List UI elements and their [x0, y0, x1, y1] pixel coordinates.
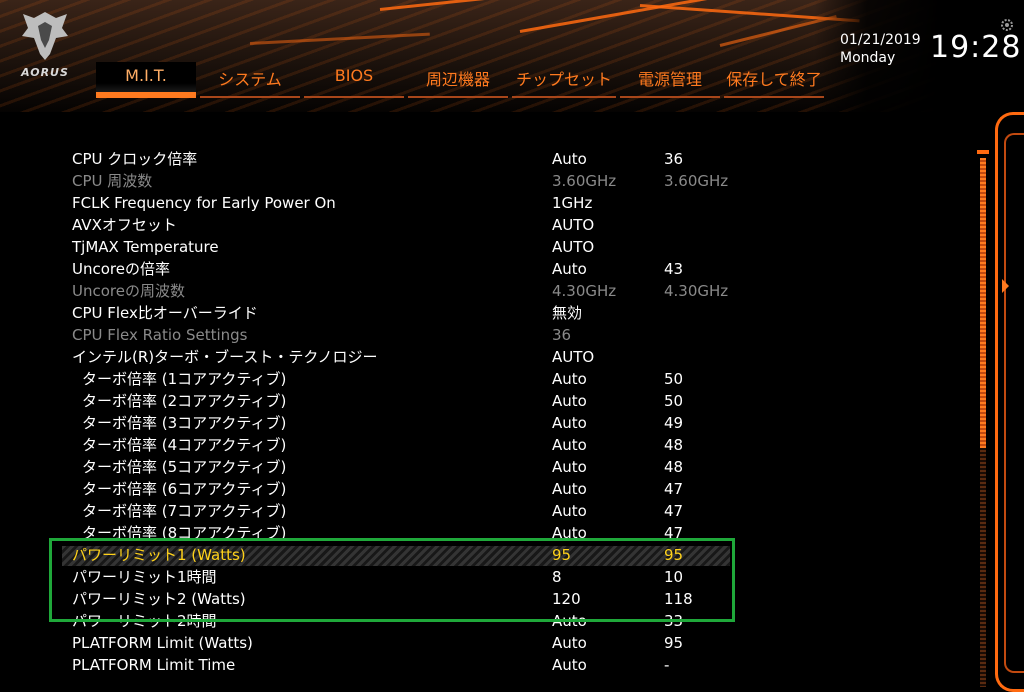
highlight-box — [49, 538, 735, 622]
setting-value[interactable]: Auto — [552, 632, 587, 654]
setting-row: CPU 周波数 3.60GHz 3.60GHz — [0, 170, 980, 192]
setting-row[interactable]: ターボ倍率 (4コアアクティブ) Auto 48 — [0, 434, 980, 456]
setting-current-value: 50 — [664, 370, 684, 388]
setting-current-value: 95 — [664, 634, 684, 652]
setting-current-value: 4.30GHz — [664, 282, 729, 300]
setting-value[interactable]: AUTO — [552, 236, 594, 258]
setting-label: FCLK Frequency for Early Power On — [72, 194, 336, 212]
setting-row[interactable]: TjMAX Temperature AUTO — [0, 236, 980, 258]
header: AORUS M.I.T. システム BIOS 周辺機器 チップセット 電源管理 … — [0, 0, 1024, 112]
setting-value[interactable]: Auto — [552, 258, 587, 280]
scrollbar-thumb[interactable] — [980, 158, 986, 448]
setting-label: CPU Flex Ratio Settings — [72, 326, 248, 344]
setting-value[interactable]: Auto — [552, 434, 587, 456]
date-text: 01/21/2019 — [840, 32, 921, 48]
header-decoration — [379, 0, 639, 11]
setting-label: インテル(R)ターボ・ブースト・テクノロジー — [72, 348, 378, 366]
setting-value: 36 — [552, 326, 572, 344]
setting-label: CPU クロック倍率 — [72, 150, 198, 168]
setting-label: ターボ倍率 (1コアアクティブ) — [82, 370, 287, 388]
tab-bios[interactable]: BIOS — [304, 62, 404, 98]
setting-label: ターボ倍率 (3コアアクティブ) — [82, 414, 287, 432]
setting-row[interactable]: FCLK Frequency for Early Power On 1GHz — [0, 192, 980, 214]
tab-mit[interactable]: M.I.T. — [96, 62, 196, 98]
setting-row[interactable]: CPU Flex比オーバーライド 無効 — [0, 302, 980, 324]
setting-value[interactable]: Auto — [552, 500, 587, 522]
setting-row[interactable]: PLATFORM Limit (Watts) Auto 95 — [0, 632, 980, 654]
setting-value[interactable]: 無効 — [552, 302, 582, 324]
setting-value[interactable]: Auto — [552, 478, 587, 500]
setting-current-value: 49 — [664, 414, 684, 432]
setting-row[interactable]: CPU クロック倍率 Auto 36 — [0, 148, 980, 170]
setting-label: Uncoreの倍率 — [72, 260, 170, 278]
setting-row: CPU Flex Ratio Settings 36 — [0, 324, 980, 346]
setting-label: ターボ倍率 (5コアアクティブ) — [82, 458, 287, 476]
setting-row[interactable]: Uncoreの倍率 Auto 43 — [0, 258, 980, 280]
setting-value[interactable]: 1GHz — [552, 192, 592, 214]
setting-value[interactable]: Auto — [552, 456, 587, 478]
setting-current-value: - — [664, 656, 670, 674]
tab-chipset[interactable]: チップセット — [512, 62, 616, 98]
setting-row[interactable]: ターボ倍率 (1コアアクティブ) Auto 50 — [0, 368, 980, 390]
setting-row[interactable]: ターボ倍率 (3コアアクティブ) Auto 49 — [0, 412, 980, 434]
gear-icon[interactable] — [1000, 18, 1014, 32]
setting-label: PLATFORM Limit (Watts) — [72, 634, 253, 652]
setting-value[interactable]: Auto — [552, 368, 587, 390]
chevron-right-icon[interactable] — [1002, 279, 1009, 293]
setting-row[interactable]: ターボ倍率 (5コアアクティブ) Auto 48 — [0, 456, 980, 478]
setting-label: CPU 周波数 — [72, 172, 153, 190]
setting-current-value: 48 — [664, 458, 684, 476]
setting-label: ターボ倍率 (4コアアクティブ) — [82, 436, 287, 454]
setting-value: 4.30GHz — [552, 282, 617, 300]
header-decoration — [519, 0, 718, 33]
setting-row[interactable]: ターボ倍率 (6コアアクティブ) Auto 47 — [0, 478, 980, 500]
setting-label: TjMAX Temperature — [72, 238, 219, 256]
setting-current-value: 47 — [664, 502, 684, 520]
setting-row[interactable]: ターボ倍率 (7コアアクティブ) Auto 47 — [0, 500, 980, 522]
setting-current-value: 3.60GHz — [664, 172, 729, 190]
setting-current-value: 36 — [664, 150, 684, 168]
side-panel-inner — [1004, 133, 1024, 673]
aorus-logo: AORUS — [14, 10, 76, 82]
setting-value[interactable]: AUTO — [552, 346, 594, 368]
setting-value[interactable]: AUTO — [552, 214, 594, 236]
setting-label: ターボ倍率 (6コアアクティブ) — [82, 480, 287, 498]
setting-label: PLATFORM Limit Time — [72, 656, 236, 674]
setting-label: AVXオフセット — [72, 216, 177, 234]
setting-label: ターボ倍率 (2コアアクティブ) — [82, 392, 287, 410]
setting-row[interactable]: インテル(R)ターボ・ブースト・テクノロジー AUTO — [0, 346, 980, 368]
setting-value: 3.60GHz — [552, 172, 617, 190]
date-display: 01/21/2019 Monday — [840, 31, 921, 67]
setting-value[interactable]: Auto — [552, 390, 587, 412]
weekday-text: Monday — [840, 50, 896, 66]
tab-power[interactable]: 電源管理 — [620, 62, 720, 98]
setting-value[interactable]: Auto — [552, 654, 587, 676]
tab-system[interactable]: システム — [200, 62, 300, 98]
clock-time: 19:28 — [930, 30, 1022, 65]
setting-current-value: 50 — [664, 392, 684, 410]
tab-save-exit[interactable]: 保存して終了 — [724, 62, 824, 98]
header-decoration — [249, 32, 430, 45]
main-tabs: M.I.T. システム BIOS 周辺機器 チップセット 電源管理 保存して終了 — [96, 62, 828, 102]
setting-value[interactable]: Auto — [552, 412, 587, 434]
setting-current-value: 47 — [664, 480, 684, 498]
setting-value[interactable]: Auto — [552, 148, 587, 170]
setting-current-value: 48 — [664, 436, 684, 454]
setting-current-value: 43 — [664, 260, 684, 278]
scrollbar-cap — [977, 150, 989, 154]
setting-row[interactable]: PLATFORM Limit Time Auto - — [0, 654, 980, 676]
scrollbar[interactable] — [977, 150, 989, 687]
setting-label: ターボ倍率 (7コアアクティブ) — [82, 502, 287, 520]
setting-row[interactable]: AVXオフセット AUTO — [0, 214, 980, 236]
tab-peripherals[interactable]: 周辺機器 — [408, 62, 508, 98]
setting-row[interactable]: ターボ倍率 (2コアアクティブ) Auto 50 — [0, 390, 980, 412]
aorus-eagle-icon — [22, 12, 68, 60]
setting-label: CPU Flex比オーバーライド — [72, 304, 258, 322]
side-panel[interactable] — [995, 112, 1024, 692]
setting-row: Uncoreの周波数 4.30GHz 4.30GHz — [0, 280, 980, 302]
logo-text: AORUS — [21, 66, 69, 79]
setting-label: Uncoreの周波数 — [72, 282, 185, 300]
